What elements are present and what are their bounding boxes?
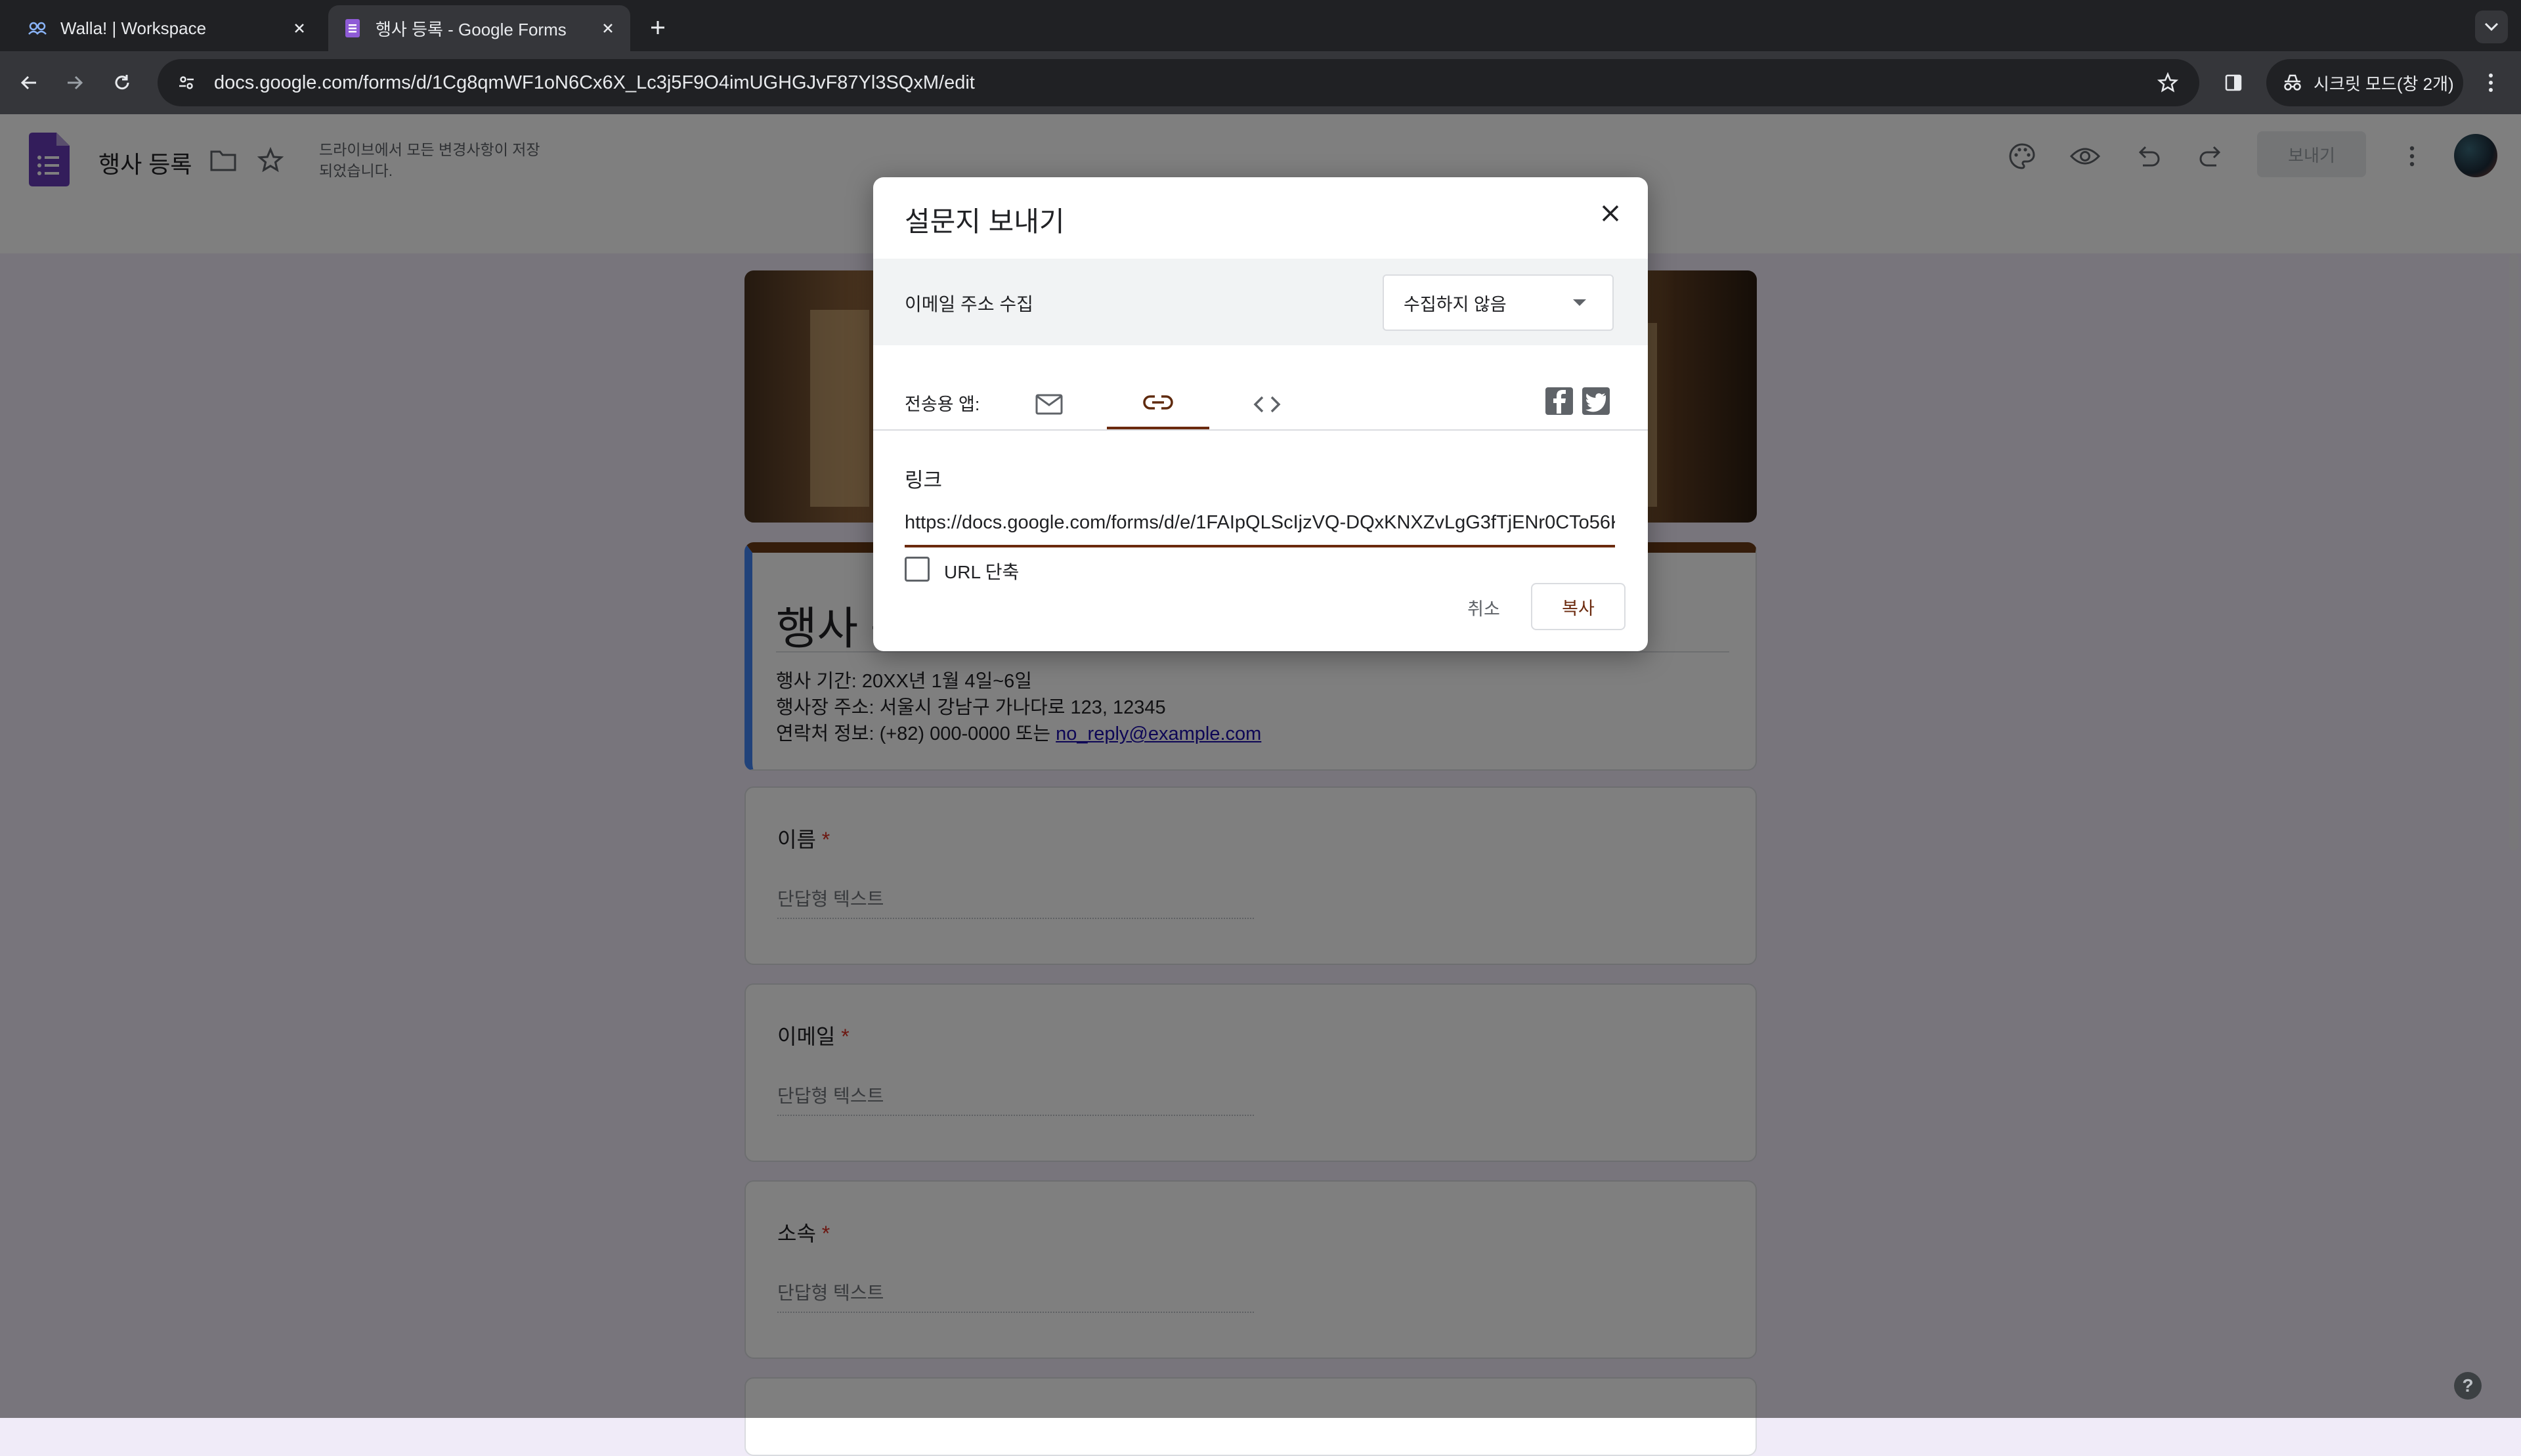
- collect-email-value: 수집하지 않음: [1404, 294, 1507, 314]
- cancel-button[interactable]: 취소: [1450, 584, 1518, 630]
- help-icon[interactable]: ?: [2454, 1372, 2482, 1400]
- reload-icon[interactable]: [106, 67, 138, 98]
- send-form-dialog: 설문지 보내기 이메일 주소 수집 수집하지 않음 전송용 앱: 링크 http…: [873, 177, 1648, 651]
- copy-button[interactable]: 복사: [1531, 583, 1626, 630]
- page-scrollbar[interactable]: [2509, 253, 2518, 851]
- send-via-label: 전송용 앱:: [905, 395, 980, 414]
- url-text: docs.google.com/forms/d/1Cg8qmWF1oN6Cx6X…: [214, 72, 975, 93]
- forward-icon[interactable]: [59, 67, 91, 98]
- link-icon: [1143, 394, 1173, 414]
- browser-tabbar: Walla! | Workspace 행사 등록 - Google Forms: [0, 0, 2521, 51]
- collect-email-label: 이메일 주소 수집: [905, 294, 1033, 314]
- twitter-icon[interactable]: [1582, 387, 1610, 415]
- incognito-indicator[interactable]: 시크릿 모드(창 2개): [2266, 59, 2463, 106]
- mail-icon: [1035, 394, 1063, 418]
- send-via-email-tab[interactable]: [998, 381, 1100, 431]
- new-tab-icon[interactable]: [643, 13, 672, 42]
- collect-email-select[interactable]: 수집하지 않음: [1383, 274, 1614, 331]
- browser-toolbar: docs.google.com/forms/d/1Cg8qmWF1oN6Cx6X…: [0, 51, 2521, 114]
- browser-menu-icon[interactable]: [2475, 67, 2507, 98]
- collect-email-row: 이메일 주소 수집 수집하지 않음: [873, 259, 1648, 345]
- dropdown-arrow-icon: [1573, 299, 1586, 306]
- facebook-icon[interactable]: [1545, 387, 1573, 415]
- back-icon[interactable]: [13, 67, 45, 98]
- google-forms-favicon-icon: [341, 17, 364, 39]
- tab-title: 행사 등록 - Google Forms: [376, 19, 567, 39]
- side-panel-icon[interactable]: [2218, 67, 2249, 98]
- tab-google-forms[interactable]: 행사 등록 - Google Forms: [328, 5, 630, 51]
- shorten-url-checkbox[interactable]: [905, 557, 930, 582]
- walla-favicon-icon: [26, 17, 49, 39]
- tab-title: Walla! | Workspace: [60, 18, 207, 38]
- close-tab-icon[interactable]: [595, 15, 621, 41]
- send-via-link-tab[interactable]: [1107, 381, 1209, 431]
- embed-code-icon: [1253, 395, 1281, 418]
- close-tab-icon[interactable]: [286, 15, 312, 41]
- tab-walla-workspace[interactable]: Walla! | Workspace: [13, 5, 322, 51]
- tabs-divider: [873, 429, 1648, 431]
- tab-search-icon[interactable]: [2475, 11, 2508, 43]
- address-bar[interactable]: docs.google.com/forms/d/1Cg8qmWF1oN6Cx6X…: [158, 59, 2199, 106]
- site-info-icon[interactable]: [171, 67, 202, 98]
- link-section-label: 링크: [905, 469, 943, 492]
- send-via-embed-tab[interactable]: [1216, 381, 1318, 431]
- bookmark-star-icon[interactable]: [2152, 67, 2184, 98]
- dialog-title: 설문지 보내기: [905, 206, 1065, 237]
- share-link-field[interactable]: https://docs.google.com/forms/d/e/1FAIpQ…: [905, 512, 1615, 547]
- incognito-icon: [2279, 70, 2306, 96]
- incognito-label: 시크릿 모드(창 2개): [2314, 74, 2454, 94]
- close-icon[interactable]: [1594, 197, 1627, 230]
- shorten-url-label[interactable]: URL 단축: [944, 558, 1019, 584]
